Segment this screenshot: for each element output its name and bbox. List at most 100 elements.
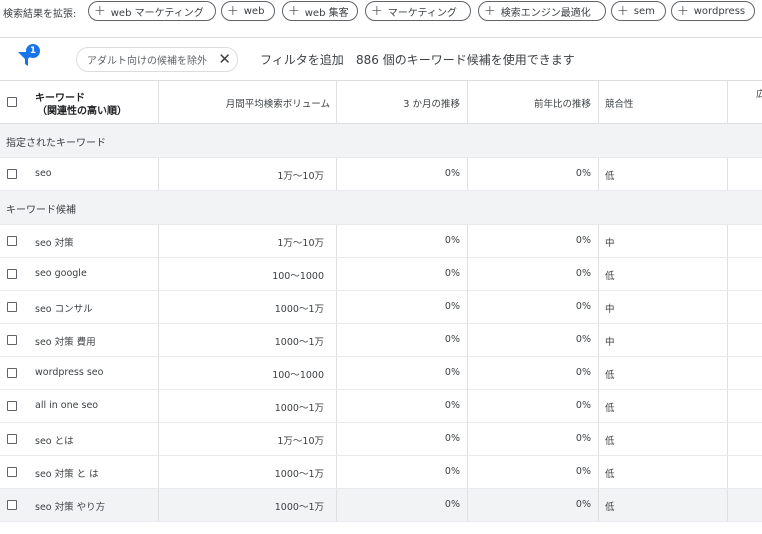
keyword-cell: seo とは <box>35 436 74 447</box>
chip-marketing[interactable]: + マーケティング <box>365 1 471 21</box>
keyword-table: キーワード （関連性の高い順） 月間平均検索ボリューム 3 か月の推移 前年比の… <box>0 81 762 522</box>
expand-label: 検索結果を拡張: <box>3 9 77 20</box>
three-month-cell: 0% <box>444 235 460 246</box>
table-row[interactable]: all in one seo 1000～1万 0% 0% 低 <box>0 390 762 423</box>
three-month-cell: 0% <box>444 334 460 345</box>
three-month-cell: 0% <box>444 466 460 477</box>
competition-cell: 低 <box>605 502 615 513</box>
expand-search-bar: 検索結果を拡張: + web マーケティング + web + web 集客 + マーケテ… <box>0 0 762 24</box>
yoy-cell: 0% <box>575 433 591 444</box>
table-row[interactable]: seo コンサル 1000～1万 0% 0% 中 <box>0 291 762 324</box>
row-checkbox[interactable] <box>7 269 17 279</box>
adult-exclude-filter-chip[interactable]: アダルト向けの候補を除外 ✕ <box>76 47 238 72</box>
competition-cell: 中 <box>605 304 615 315</box>
truncated-column-header[interactable]: 広 <box>756 87 762 100</box>
three-month-cell: 0% <box>444 499 460 510</box>
chip-wordpress[interactable]: + wordpress <box>671 1 755 21</box>
volume-cell: 1万～10万 <box>277 436 324 447</box>
yoy-cell: 0% <box>575 334 591 345</box>
table-row[interactable]: seo とは 1万～10万 0% 0% 低 <box>0 423 762 456</box>
yoy-cell: 0% <box>575 301 591 312</box>
row-checkbox[interactable] <box>7 302 17 312</box>
row-checkbox[interactable] <box>7 335 17 345</box>
volume-cell: 1万～10万 <box>277 171 324 182</box>
yoy-cell: 0% <box>575 168 591 179</box>
table-row[interactable]: seo 対策 費用 1000～1万 0% 0% 中 <box>0 324 762 357</box>
divider <box>0 37 762 38</box>
plus-icon: + <box>617 3 629 19</box>
yoy-cell: 0% <box>575 466 591 477</box>
keyword-cell: wordpress seo <box>35 367 104 378</box>
keyword-cell: seo コンサル <box>35 304 93 315</box>
table-row[interactable]: seo 1万～10万 0% 0% 低 <box>0 158 762 191</box>
chip-web-marketing[interactable]: + web マーケティング <box>88 1 216 21</box>
three-month-cell: 0% <box>444 367 460 378</box>
table-row[interactable]: seo 対策 1万～10万 0% 0% 中 <box>0 225 762 258</box>
yoy-cell: 0% <box>575 268 591 279</box>
table-row[interactable]: seo google 100～1000 0% 0% 低 <box>0 258 762 291</box>
row-checkbox[interactable] <box>7 467 17 477</box>
yoy-cell: 0% <box>575 367 591 378</box>
plus-icon: + <box>484 3 496 19</box>
competition-cell: 低 <box>605 403 615 414</box>
keyword-cell: seo <box>35 168 52 179</box>
chip-web-shukyaku[interactable]: + web 集客 <box>282 1 358 21</box>
chip-sem[interactable]: + sem <box>611 1 666 21</box>
plus-icon: + <box>94 3 106 19</box>
group-header-specified: 指定されたキーワード <box>0 124 762 158</box>
volume-column-header[interactable]: 月間平均検索ボリューム <box>226 96 330 110</box>
close-icon[interactable]: ✕ <box>218 51 231 67</box>
row-checkbox[interactable] <box>7 368 17 378</box>
competition-cell: 中 <box>605 337 615 348</box>
competition-cell: 低 <box>605 171 615 182</box>
volume-cell: 1万～10万 <box>277 238 324 249</box>
competition-cell: 低 <box>605 271 615 282</box>
table-row[interactable]: seo 対策 やり方 1000～1万 0% 0% 低 <box>0 489 762 522</box>
plus-icon: + <box>677 3 689 19</box>
keyword-cell: seo 対策 と は <box>35 469 99 480</box>
row-checkbox[interactable] <box>7 169 17 179</box>
table-header: キーワード （関連性の高い順） 月間平均検索ボリューム 3 か月の推移 前年比の… <box>0 81 762 124</box>
row-checkbox[interactable] <box>7 401 17 411</box>
competition-column-header[interactable]: 競合性 <box>605 96 634 110</box>
table-row[interactable]: seo 対策 と は 1000～1万 0% 0% 低 <box>0 456 762 489</box>
keyword-cell: seo google <box>35 268 87 279</box>
volume-cell: 1000～1万 <box>274 469 324 480</box>
group-header-candidates: キーワード候補 <box>0 191 762 225</box>
keyword-column-subheader: （関連性の高い順） <box>37 106 127 117</box>
filter-count-badge: 1 <box>26 44 40 58</box>
row-checkbox[interactable] <box>7 236 17 246</box>
yoy-column-header[interactable]: 前年比の推移 <box>534 96 591 110</box>
yoy-cell: 0% <box>575 400 591 411</box>
three-month-cell: 0% <box>444 268 460 279</box>
three-month-cell: 0% <box>444 301 460 312</box>
volume-cell: 1000～1万 <box>274 304 324 315</box>
keyword-cell: seo 対策 やり方 <box>35 502 106 513</box>
yoy-cell: 0% <box>575 235 591 246</box>
chip-web[interactable]: + web <box>221 1 275 21</box>
keyword-cell: all in one seo <box>35 400 99 411</box>
plus-icon: + <box>371 3 383 19</box>
table-row[interactable]: wordpress seo 100～1000 0% 0% 低 <box>0 357 762 390</box>
select-all-checkbox[interactable] <box>7 97 17 107</box>
keyword-cell: seo 対策 <box>35 238 74 249</box>
add-filter-button[interactable]: フィルタを追加 <box>260 51 344 68</box>
row-checkbox[interactable] <box>7 500 17 510</box>
volume-cell: 100～1000 <box>272 271 324 282</box>
row-checkbox[interactable] <box>7 434 17 444</box>
competition-cell: 低 <box>605 370 615 381</box>
volume-cell: 1000～1万 <box>274 403 324 414</box>
plus-icon: + <box>288 3 300 19</box>
keyword-count-text: 886 個のキーワード候補を使用できます <box>356 53 575 67</box>
keyword-cell: seo 対策 費用 <box>35 337 96 348</box>
three-month-column-header[interactable]: 3 か月の推移 <box>403 96 460 110</box>
volume-cell: 100～1000 <box>272 370 324 381</box>
competition-cell: 低 <box>605 436 615 447</box>
volume-cell: 1000～1万 <box>274 337 324 348</box>
competition-cell: 低 <box>605 469 615 480</box>
three-month-cell: 0% <box>444 433 460 444</box>
three-month-cell: 0% <box>444 168 460 179</box>
plus-icon: + <box>227 3 239 19</box>
volume-cell: 1000～1万 <box>274 502 324 513</box>
chip-seo-japanese[interactable]: + 検索エンジン最適化 <box>478 1 606 21</box>
